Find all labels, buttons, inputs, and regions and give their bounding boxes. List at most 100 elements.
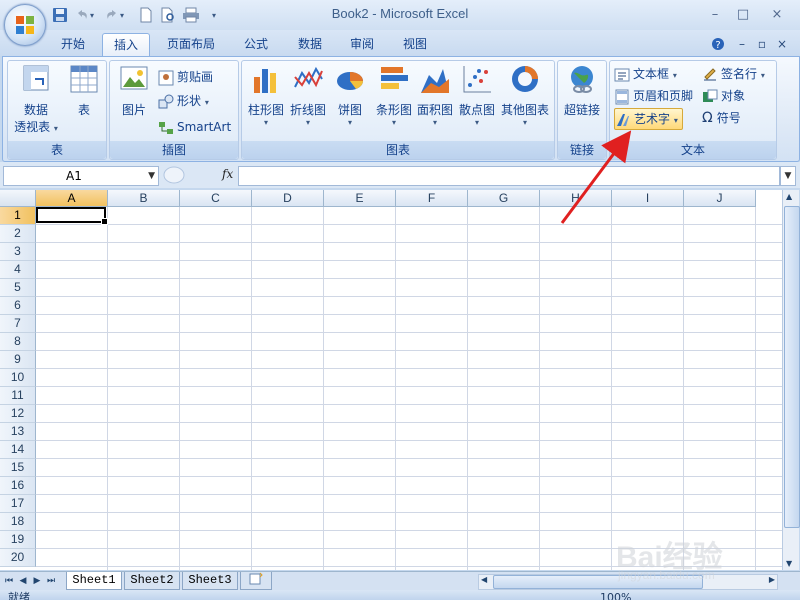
row-header-17[interactable]: 17 [0, 495, 36, 513]
tab-data[interactable]: 数据 [288, 33, 332, 56]
row-header-16[interactable]: 16 [0, 477, 36, 495]
row-header-10[interactable]: 10 [0, 369, 36, 387]
picture-button[interactable]: 图片 [114, 63, 154, 118]
row-header-1[interactable]: 1 [0, 207, 36, 225]
row-header-12[interactable]: 12 [0, 405, 36, 423]
active-cell[interactable] [36, 207, 108, 225]
ribbon-close-icon[interactable]: × [774, 37, 790, 51]
chevron-down-icon: ▾ [204, 98, 209, 107]
office-button[interactable] [4, 4, 46, 46]
hyperlink-button[interactable]: 超链接 [560, 63, 604, 118]
tab-review[interactable]: 审阅 [340, 33, 384, 56]
other-charts-button[interactable]: 其他图表 ▾ [498, 63, 552, 127]
wordart-button[interactable]: 艺术字 ▾ [614, 108, 683, 130]
vertical-scrollbar[interactable]: ▲ ▼ [782, 190, 800, 570]
row-header-4[interactable]: 4 [0, 261, 36, 279]
column-header-b[interactable]: B [108, 190, 180, 207]
chevron-down-icon: ▾ [672, 71, 677, 80]
row-header-5[interactable]: 5 [0, 279, 36, 297]
sheet-tab-sheet1[interactable]: Sheet1 [66, 572, 122, 590]
row-header-18[interactable]: 18 [0, 513, 36, 531]
row-header-13[interactable]: 13 [0, 423, 36, 441]
cell-area[interactable] [36, 207, 782, 570]
row-header-6[interactable]: 6 [0, 297, 36, 315]
row-header-8[interactable]: 8 [0, 333, 36, 351]
row-header-20[interactable]: 20 [0, 549, 36, 567]
group-charts: 柱形图 ▾ 折线图 ▾ 饼图 ▾ 条形图 ▾ 面积图 ▾ 散点图 ▾ 其他图表 … [241, 60, 555, 160]
column-header-d[interactable]: D [252, 190, 324, 207]
insert-sheet-icon[interactable] [240, 572, 272, 590]
horizontal-scrollbar[interactable]: ◀ ▶ [478, 574, 778, 590]
pivot-table-button[interactable]: 数据 透视表 ▾ [10, 63, 62, 135]
insert-function-button[interactable]: fx [222, 167, 233, 181]
last-sheet-icon[interactable]: ⏭ [46, 574, 56, 588]
row-header-11[interactable]: 11 [0, 387, 36, 405]
chevron-down-icon[interactable]: ▼ [148, 167, 155, 185]
scroll-down-icon[interactable]: ▼ [786, 559, 792, 568]
pie-chart-button[interactable]: 饼图 ▾ [330, 63, 370, 127]
zoom-level[interactable]: 100% [600, 590, 631, 600]
help-icon[interactable]: ? [710, 37, 726, 51]
row-header-15[interactable]: 15 [0, 459, 36, 477]
object-button[interactable]: 对象 [702, 86, 745, 106]
column-header-g[interactable]: G [468, 190, 540, 207]
row-header-19[interactable]: 19 [0, 531, 36, 549]
tab-formulas[interactable]: 公式 [234, 33, 278, 56]
textbox-icon [614, 68, 630, 81]
textbox-button[interactable]: 文本框 ▾ [614, 64, 677, 84]
bar-chart-button[interactable]: 条形图 ▾ [372, 63, 416, 127]
column-header-e[interactable]: E [324, 190, 396, 207]
next-sheet-icon[interactable]: ▶ [32, 574, 42, 588]
scroll-up-icon[interactable]: ▲ [786, 192, 792, 201]
signature-line-button[interactable]: 签名行 ▾ [702, 64, 765, 84]
line-chart-button[interactable]: 折线图 ▾ [288, 63, 328, 127]
column-header-j[interactable]: J [684, 190, 756, 207]
gridlines [36, 207, 782, 570]
clipart-button[interactable]: 剪贴画 [158, 67, 213, 87]
row-header-3[interactable]: 3 [0, 243, 36, 261]
smartart-button[interactable]: SmartArt [158, 117, 231, 137]
tab-view[interactable]: 视图 [393, 33, 437, 56]
restore-button[interactable]: □ [730, 6, 756, 24]
scroll-right-icon[interactable]: ▶ [769, 575, 775, 584]
pivot-table-label-1: 数据 [23, 103, 48, 117]
group-links: 超链接 链接 [557, 60, 607, 160]
sheet-tab-sheet3[interactable]: Sheet3 [182, 572, 238, 590]
scroll-left-icon[interactable]: ◀ [481, 575, 487, 584]
expand-formula-bar-icon[interactable]: ▼ [780, 166, 796, 186]
column-header-c[interactable]: C [180, 190, 252, 207]
first-sheet-icon[interactable]: ⏮ [4, 574, 14, 588]
select-all-corner[interactable] [0, 190, 36, 207]
column-chart-button[interactable]: 柱形图 ▾ [244, 63, 288, 127]
tab-home[interactable]: 开始 [50, 33, 96, 56]
row-header-7[interactable]: 7 [0, 315, 36, 333]
row-header-2[interactable]: 2 [0, 225, 36, 243]
prev-sheet-icon[interactable]: ◀ [18, 574, 28, 588]
name-box[interactable]: A1 ▼ [3, 166, 159, 186]
ribbon-minimize-icon[interactable]: – [734, 37, 750, 51]
table-button[interactable]: 表 [64, 63, 104, 118]
area-chart-button[interactable]: 面积图 ▾ [414, 63, 456, 127]
column-header-i[interactable]: I [612, 190, 684, 207]
tab-page-layout[interactable]: 页面布局 [158, 33, 224, 56]
fill-handle[interactable] [101, 218, 108, 225]
horizontal-scroll-thumb[interactable] [493, 575, 703, 589]
tab-insert[interactable]: 插入 [102, 33, 150, 57]
row-header-14[interactable]: 14 [0, 441, 36, 459]
scatter-chart-button[interactable]: 散点图 ▾ [456, 63, 498, 127]
header-footer-button[interactable]: 页眉和页脚 [614, 86, 693, 106]
formula-input[interactable] [238, 166, 780, 186]
sheet-tab-sheet2[interactable]: Sheet2 [124, 572, 180, 590]
close-button[interactable]: × [764, 6, 790, 24]
symbol-button[interactable]: Ω 符号 [702, 108, 741, 128]
shapes-button[interactable]: 形状 ▾ [158, 91, 209, 111]
chevron-down-icon: ▾ [391, 118, 396, 127]
vertical-scroll-thumb[interactable] [784, 206, 800, 528]
column-header-a[interactable]: A [36, 190, 108, 207]
column-header-h[interactable]: H [540, 190, 612, 207]
minimize-button[interactable]: – [702, 6, 728, 24]
ribbon-restore-icon[interactable]: ▫ [754, 37, 770, 51]
group-label-text: 文本 [610, 141, 776, 159]
row-header-9[interactable]: 9 [0, 351, 36, 369]
column-header-f[interactable]: F [396, 190, 468, 207]
